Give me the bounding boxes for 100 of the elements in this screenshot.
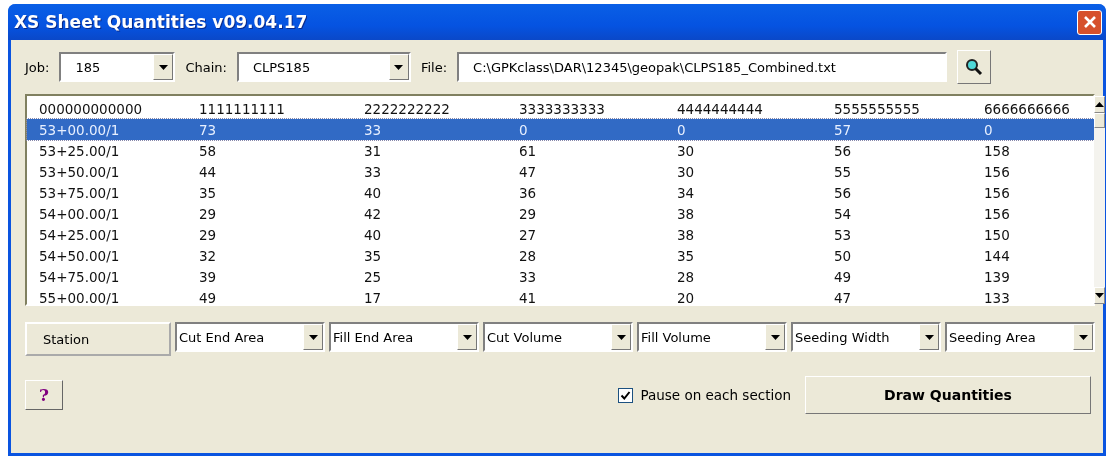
table-cell-text: 29 — [519, 205, 538, 222]
table-cell-text: 38 — [677, 205, 696, 222]
column-header: 2222222222 — [364, 100, 451, 117]
table-cell-text: 31 — [364, 142, 383, 159]
table-cell-text: 28 — [519, 247, 538, 264]
table-cell-text: 29 — [199, 205, 218, 222]
column-dropdown[interactable]: Fill Volume — [637, 322, 787, 352]
column-dropdown[interactable]: Seeding Width — [791, 322, 941, 352]
table-cell-text: 156 — [984, 163, 1011, 180]
table-cell-text: 33 — [519, 268, 538, 285]
list-row[interactable]: 53+25.00/1 58 31 61 30 56 158 — [27, 140, 1094, 161]
table-cell-text: 58 — [199, 142, 218, 159]
table-cell-text: 144 — [984, 247, 1011, 264]
table-cell-text: 156 — [984, 184, 1011, 201]
table-cell-text: 41 — [519, 289, 538, 306]
table-cell-text: 35 — [364, 247, 383, 264]
column-dropdown[interactable]: Seeding Area — [945, 322, 1095, 352]
table-cell-text: 54+00.00/1 — [39, 205, 121, 222]
table-cell-text: 133 — [984, 289, 1011, 306]
down-arrow-icon — [1095, 293, 1104, 298]
chain-label: Chain: — [185, 59, 227, 75]
table-cell-text: 42 — [364, 205, 383, 222]
list-row[interactable]: 53+75.00/1 35 40 36 34 56 156 — [27, 182, 1094, 203]
draw-quantities-button[interactable]: Draw Quantities — [805, 376, 1091, 414]
station-column-label: Station — [25, 322, 171, 356]
list-row[interactable]: 53+50.00/1 44 33 47 30 55 156 — [27, 161, 1094, 182]
table-cell-text: 54+25.00/1 — [39, 226, 121, 243]
help-button[interactable]: ? — [25, 380, 63, 410]
table-cell-text: 33 — [364, 163, 383, 180]
table-cell-text: 32 — [199, 247, 218, 264]
table-cell-text: 55+00.00/1 — [39, 289, 121, 306]
table-cell-text: 34 — [677, 184, 696, 201]
table-cell-text: 53 — [834, 226, 853, 243]
list-row[interactable]: 55+00.00/1 49 17 41 20 47 133 — [27, 287, 1094, 308]
table-cell-text: 56 — [834, 142, 853, 159]
scroll-up-button[interactable] — [1094, 96, 1105, 113]
table-cell-text: 73 — [199, 121, 218, 138]
column-header: 3333333333 — [519, 100, 606, 117]
caret-icon — [457, 324, 477, 350]
table-cell-text: 40 — [364, 226, 383, 243]
column-header: 6666666666 — [984, 100, 1071, 117]
table-cell-text: 35 — [199, 184, 218, 201]
table-cell-text: 49 — [834, 268, 853, 285]
table-cell-text: 156 — [984, 205, 1011, 222]
list-row[interactable]: 53+00.00/1 73 33 0 0 57 0 — [27, 119, 1094, 140]
up-arrow-icon — [1095, 102, 1104, 107]
table-cell-text: 54 — [834, 205, 853, 222]
caret-icon — [153, 54, 174, 80]
table-cell-text: 17 — [364, 289, 383, 306]
table-cell-text: 53+00.00/1 — [39, 121, 121, 138]
column-header: 4444444444 — [677, 100, 764, 117]
table-cell-text: 53+50.00/1 — [39, 163, 121, 180]
chain-dropdown[interactable]: CLPS185 — [236, 52, 411, 82]
table-cell-text: 47 — [834, 289, 853, 306]
table-cell-text: 20 — [677, 289, 696, 306]
caret-icon — [1073, 324, 1093, 350]
column-header: 1111111111 — [199, 100, 286, 117]
table-cell-text: 50 — [834, 247, 853, 264]
job-dropdown[interactable]: 185 — [59, 52, 176, 82]
table-cell-text: 25 — [364, 268, 383, 285]
table-cell-text: 139 — [984, 268, 1011, 285]
search-icon — [964, 57, 985, 77]
caret-icon — [388, 54, 409, 80]
table-cell-text: 61 — [519, 142, 538, 159]
file-label: File: — [420, 59, 448, 75]
caret-icon — [919, 324, 939, 350]
table-cell-text: 28 — [677, 268, 696, 285]
caret-icon — [303, 324, 323, 350]
column-dropdown[interactable]: Fill End Area — [329, 322, 479, 352]
column-dropdown[interactable]: Cut End Area — [175, 322, 325, 352]
scrollbar[interactable] — [1094, 96, 1105, 304]
table-cell-text: 158 — [984, 142, 1011, 159]
window-title: XS Sheet Quantities v09.04.17 — [14, 12, 309, 32]
table-cell-text: 150 — [984, 226, 1011, 243]
list-row[interactable]: 54+50.00/1 32 35 28 35 50 144 — [27, 245, 1094, 266]
scroll-down-button[interactable] — [1094, 287, 1105, 304]
table-cell-text: 29 — [199, 226, 218, 243]
list-row[interactable]: 54+00.00/1 29 42 29 38 54 156 — [27, 203, 1094, 224]
search-button[interactable] — [957, 50, 992, 84]
table-cell-text: 54+75.00/1 — [39, 268, 121, 285]
table-cell-text: 27 — [519, 226, 538, 243]
table-cell-text: 0 — [677, 121, 687, 138]
list-row[interactable]: 54+25.00/1 29 40 27 38 53 150 — [27, 224, 1094, 245]
table-cell-text: 53+25.00/1 — [39, 142, 121, 159]
checkbox[interactable] — [618, 387, 634, 403]
caret-icon — [765, 324, 785, 350]
list-row[interactable]: 54+75.00/1 39 25 33 28 49 139 — [27, 266, 1094, 287]
table-cell-text: 57 — [834, 121, 853, 138]
table-cell-text: 49 — [199, 289, 218, 306]
table-cell-text: 33 — [364, 121, 383, 138]
table-cell-text: 36 — [519, 184, 538, 201]
table-cell-text: 0 — [519, 121, 529, 138]
table-cell-text: 54+50.00/1 — [39, 247, 121, 264]
table-cell-text: 44 — [199, 163, 218, 180]
table-cell-text: 0 — [984, 121, 994, 138]
column-dropdown[interactable]: Cut Volume — [483, 322, 633, 352]
file-path-field[interactable]: C:\GPKclass\DAR\12345\geopak\CLPS185_Combined.txt — [457, 52, 948, 82]
column-header: 5555555555 — [834, 100, 921, 117]
scroll-thumb[interactable] — [1094, 113, 1105, 128]
close-button[interactable] — [1077, 9, 1102, 35]
